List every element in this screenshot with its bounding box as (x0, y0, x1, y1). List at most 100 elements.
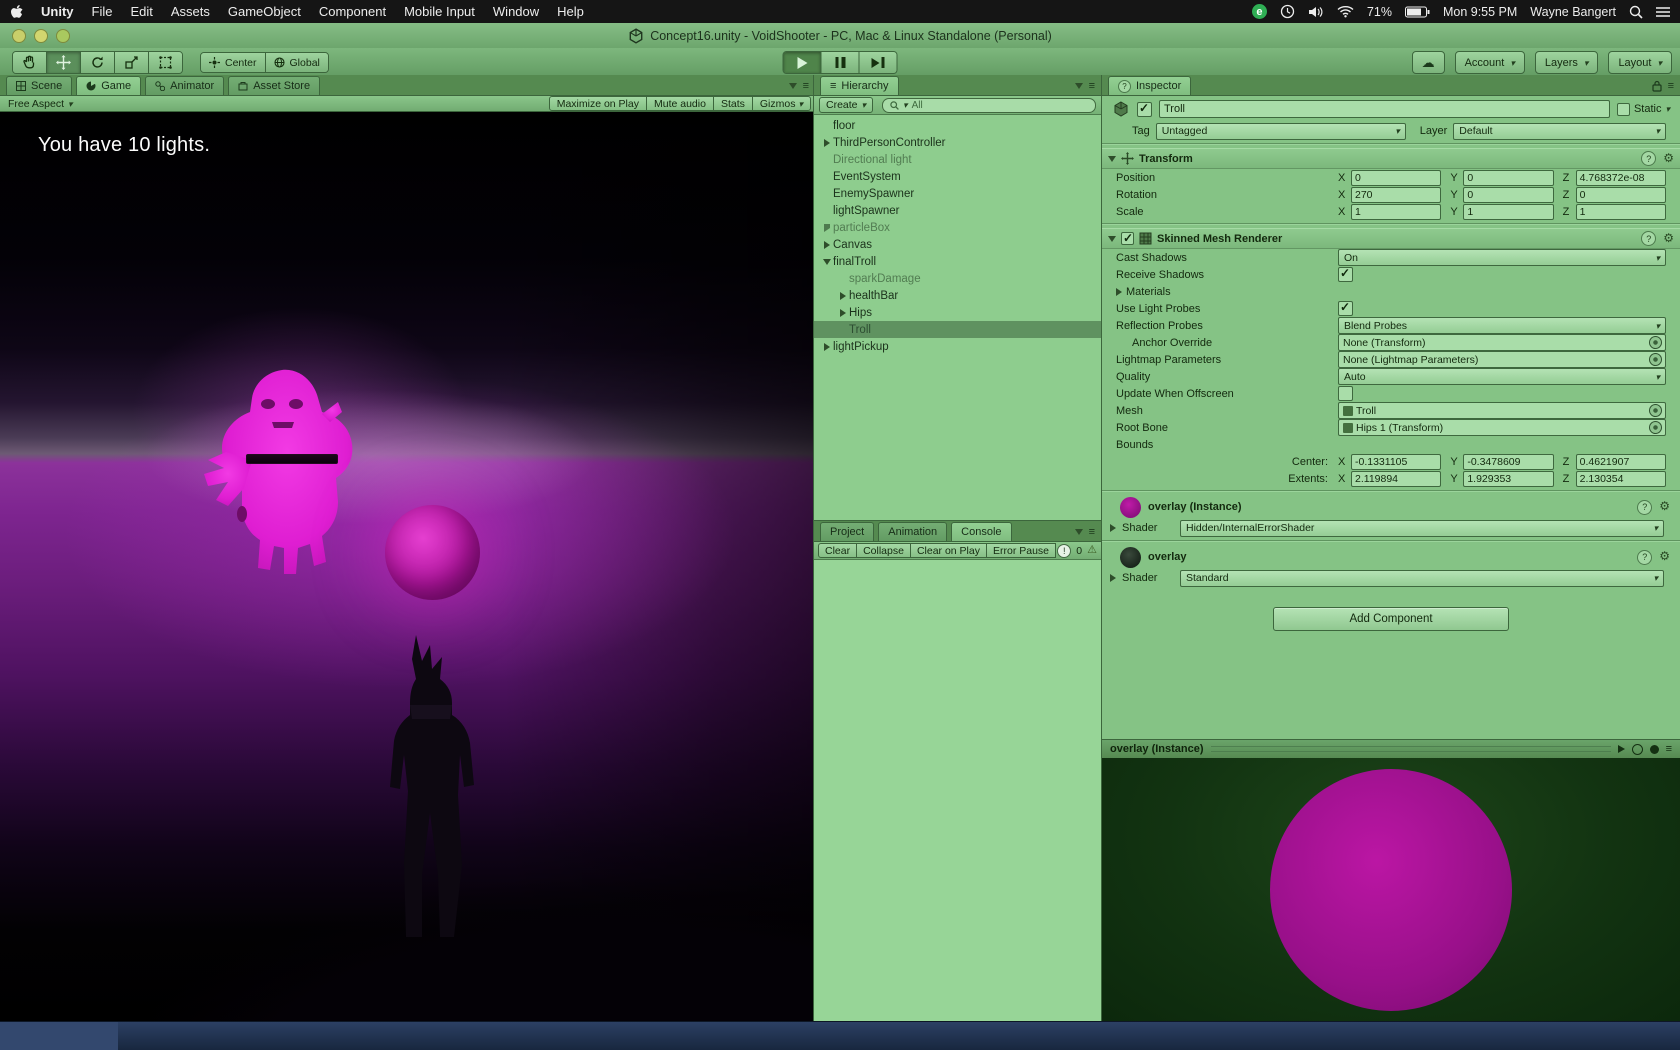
cast-shadows-dropdown[interactable]: On (1338, 249, 1666, 266)
panel-dropdown-icon[interactable] (1074, 529, 1083, 535)
collab-cloud-button[interactable]: ☁ (1411, 51, 1445, 74)
account-dropdown[interactable]: Account (1454, 51, 1525, 74)
hierarchy-item-hips[interactable]: Hips (814, 304, 1101, 321)
scale-z-field[interactable]: 1 (1575, 203, 1666, 220)
static-checkbox[interactable] (1616, 102, 1630, 116)
object-picker-icon[interactable] (1649, 421, 1662, 434)
material-preview-area[interactable] (1102, 758, 1680, 1021)
menu-user[interactable]: Wayne Bangert (1530, 5, 1616, 19)
hierarchy-item-directional-light[interactable]: Directional light (814, 151, 1101, 168)
foldout-arrow[interactable] (822, 258, 831, 265)
rotate-tool-button[interactable] (81, 52, 115, 73)
component-enabled-checkbox[interactable] (1121, 231, 1134, 245)
layers-dropdown[interactable]: Layers (1534, 51, 1599, 74)
foldout-arrow[interactable] (823, 240, 830, 249)
bounds-extents-y-field[interactable]: 1.929353 (1463, 470, 1554, 487)
pause-button[interactable] (821, 52, 860, 73)
move-tool-button[interactable] (47, 52, 81, 73)
mesh-field[interactable]: Troll (1338, 402, 1666, 419)
position-y-field[interactable]: 0 (1463, 169, 1554, 186)
foldout-arrow[interactable] (1110, 524, 1116, 532)
hierarchy-item-thirdpersoncontroller[interactable]: ThirdPersonController (814, 134, 1101, 151)
clear-on-play-button[interactable]: Clear on Play (909, 543, 987, 558)
global-toggle[interactable]: Global (265, 53, 328, 72)
root-bone-field[interactable]: Hips 1 (Transform) (1338, 419, 1666, 436)
scale-y-field[interactable]: 1 (1463, 203, 1554, 220)
tab-animator[interactable]: Animator (145, 76, 225, 95)
menu-file[interactable]: File (83, 0, 122, 23)
foldout-arrow[interactable] (1110, 574, 1116, 582)
apple-menu[interactable] (0, 0, 32, 23)
quality-dropdown[interactable]: Auto (1338, 368, 1666, 385)
search-filter-arrow-icon[interactable] (903, 100, 908, 111)
stats-button[interactable]: Stats (712, 96, 753, 111)
menu-edit[interactable]: Edit (121, 0, 161, 23)
help-icon[interactable] (1641, 151, 1657, 166)
static-dropdown-arrow[interactable] (1665, 103, 1670, 115)
volume-icon[interactable] (1308, 6, 1324, 18)
reflection-probes-dropdown[interactable]: Blend Probes (1338, 317, 1666, 334)
notification-center-icon[interactable] (1656, 6, 1670, 18)
object-picker-icon[interactable] (1649, 404, 1662, 417)
foldout-arrow[interactable] (1116, 287, 1122, 296)
help-icon[interactable] (1637, 499, 1653, 515)
material-header-overlay-instance[interactable]: overlay (Instance) (1102, 495, 1680, 519)
wifi-icon[interactable] (1337, 5, 1354, 18)
layer-dropdown[interactable]: Default (1453, 122, 1666, 140)
materials-foldout[interactable]: Materials (1116, 286, 1338, 298)
menu-help[interactable]: Help (548, 0, 593, 23)
menu-mobile-input[interactable]: Mobile Input (395, 0, 484, 23)
help-icon[interactable] (1641, 231, 1657, 246)
tab-game[interactable]: Game (76, 76, 142, 95)
scale-tool-button[interactable] (115, 52, 149, 73)
receive-shadows-checkbox[interactable] (1338, 266, 1353, 282)
e-status-icon[interactable] (1251, 4, 1267, 19)
time-machine-icon[interactable] (1280, 4, 1295, 19)
position-z-field[interactable]: 4.768372e-08 (1575, 169, 1666, 186)
object-picker-icon[interactable] (1649, 336, 1662, 349)
foldout-arrow[interactable] (823, 223, 830, 232)
bounds-extents-z-field[interactable]: 2.130354 (1575, 470, 1666, 487)
menu-component[interactable]: Component (310, 0, 395, 23)
gizmos-dropdown[interactable]: Gizmos (751, 96, 811, 111)
hierarchy-item-eventsystem[interactable]: EventSystem (814, 168, 1101, 185)
info-toggle-icon[interactable] (1057, 543, 1072, 558)
hierarchy-item-lightpickup[interactable]: lightPickup (814, 338, 1101, 355)
preview-header[interactable]: overlay (Instance) ≡ (1102, 739, 1680, 758)
use-light-probes-checkbox[interactable] (1338, 300, 1353, 316)
hierarchy-search-input[interactable]: All (882, 97, 1096, 113)
menu-window[interactable]: Window (484, 0, 548, 23)
object-picker-icon[interactable] (1649, 353, 1662, 366)
hierarchy-item-lightspawner[interactable]: lightSpawner (814, 202, 1101, 219)
foldout-arrow[interactable] (839, 291, 846, 300)
zoom-button[interactable] (56, 29, 70, 43)
step-button[interactable] (859, 52, 897, 73)
gear-icon[interactable] (1663, 232, 1674, 245)
pivot-center-toggle[interactable]: Center (201, 53, 266, 72)
aspect-dropdown[interactable]: Free Aspect (0, 98, 81, 110)
collapse-button[interactable]: Collapse (856, 543, 911, 558)
name-field[interactable]: Troll (1159, 100, 1610, 118)
tab-scene[interactable]: Scene (6, 76, 73, 95)
hierarchy-item-enemyspawner[interactable]: EnemySpawner (814, 185, 1101, 202)
rect-tool-button[interactable] (149, 52, 182, 73)
rotation-x-field[interactable]: 270 (1351, 186, 1442, 203)
hierarchy-item-sparkdamage[interactable]: sparkDamage (814, 270, 1101, 287)
maximize-on-play-button[interactable]: Maximize on Play (548, 96, 647, 111)
panel-menu-icon[interactable]: ≡ (1089, 80, 1095, 92)
help-icon[interactable] (1637, 549, 1653, 565)
bounds-center-x-field[interactable]: -0.1331105 (1351, 453, 1442, 470)
shader-dropdown[interactable]: Standard (1180, 569, 1664, 587)
menu-assets[interactable]: Assets (162, 0, 219, 23)
foldout-arrow[interactable] (823, 138, 830, 147)
game-viewport[interactable]: You have 10 lights. (0, 112, 813, 1021)
hierarchy-item-canvas[interactable]: Canvas (814, 236, 1101, 253)
anchor-override-field[interactable]: None (Transform) (1338, 334, 1666, 351)
foldout-arrow[interactable] (823, 342, 830, 351)
preview-light-icon[interactable] (1649, 744, 1659, 754)
lock-icon[interactable] (1651, 80, 1662, 92)
gear-icon[interactable] (1659, 500, 1670, 515)
add-component-button[interactable]: Add Component (1273, 607, 1509, 631)
preview-sphere-icon[interactable] (1631, 743, 1643, 755)
preview-play-icon[interactable] (1617, 745, 1625, 753)
